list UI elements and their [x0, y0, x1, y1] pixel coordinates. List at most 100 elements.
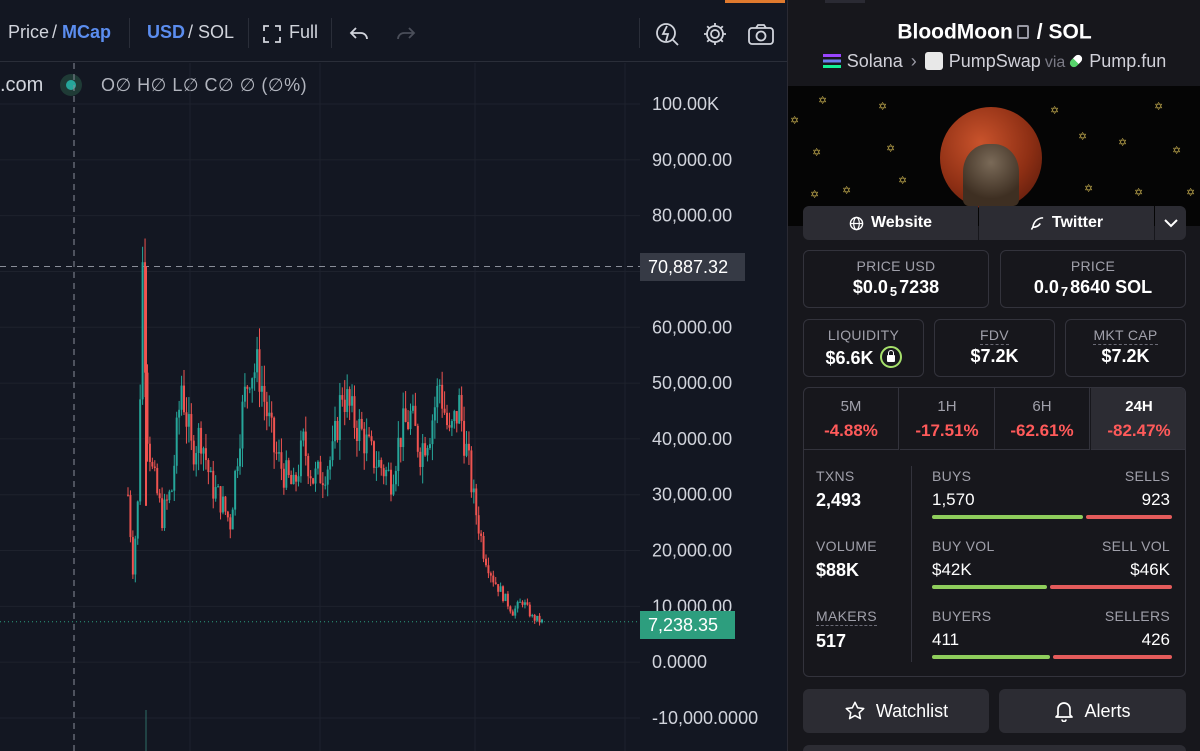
buy-vol-label: BUY VOL — [932, 538, 995, 554]
candle-body — [368, 434, 371, 437]
candle-body — [482, 535, 485, 559]
candle-body — [285, 460, 288, 488]
candle-body — [273, 417, 276, 453]
candle-body — [263, 385, 266, 402]
alerts-button[interactable]: Alerts — [999, 689, 1186, 733]
star-outline-icon — [845, 701, 865, 720]
watchlist-button[interactable]: Watchlist — [803, 689, 989, 733]
timeframe-change: -4.88% — [824, 421, 878, 440]
star-icon: ✡ — [886, 143, 896, 155]
sell-vol-value: $46K — [1130, 560, 1170, 579]
tab-6h[interactable]: 6H -62.61% — [995, 388, 1090, 450]
website-button[interactable]: Website — [803, 206, 978, 240]
chain-link[interactable]: Solana — [847, 51, 903, 71]
tab-24h[interactable]: 24H -82.47% — [1091, 388, 1185, 450]
candle-body — [438, 384, 441, 386]
candle-body — [426, 447, 429, 456]
candle-body — [192, 440, 195, 465]
twitter-button[interactable]: Twitter — [979, 206, 1154, 240]
candle-body — [348, 389, 351, 406]
mcap-mode-option[interactable]: MCap — [62, 22, 111, 43]
candle-body — [178, 409, 181, 418]
solana-icon — [822, 54, 841, 68]
candle-body — [334, 420, 336, 442]
candle-body — [382, 468, 385, 477]
star-icon: ✡ — [1084, 183, 1094, 195]
fullscreen-button[interactable]: Full — [289, 22, 318, 43]
settings-gear-icon[interactable] — [701, 20, 729, 48]
app-root: Price / MCap USD / SOL Full .com O∅ H∅ L… — [0, 0, 1200, 751]
fullscreen-icon[interactable] — [258, 20, 286, 48]
quick-trade-icon[interactable] — [654, 20, 682, 48]
candle-body — [477, 515, 480, 534]
undo-icon[interactable] — [345, 20, 373, 48]
candle-body — [309, 476, 312, 479]
candle-body — [533, 615, 536, 621]
candle-body — [329, 460, 332, 470]
fdv-value: $7.2K — [970, 346, 1019, 366]
y-axis-tick-label: -10,000.0000 — [652, 708, 758, 728]
candle-body — [424, 443, 427, 456]
candle-body — [470, 450, 473, 493]
candle-body — [416, 425, 419, 452]
toolbar-divider — [248, 18, 249, 48]
candle-body — [421, 443, 424, 467]
candle-body — [231, 509, 234, 530]
y-axis-tick-label: 30,000.00 — [652, 485, 732, 505]
copy-icon[interactable] — [1016, 25, 1029, 40]
candle-body — [321, 483, 324, 486]
sells-value: 923 — [1141, 490, 1170, 509]
candle-body — [441, 384, 444, 409]
bull-figure-image — [963, 144, 1019, 206]
camera-screenshot-icon[interactable] — [747, 20, 775, 48]
toolbar-divider — [639, 18, 640, 48]
market-cap-label: MKT CAP — [1093, 327, 1158, 345]
candle-body — [239, 448, 242, 467]
sol-currency-option[interactable]: SOL — [198, 22, 234, 43]
candle-body — [302, 431, 305, 441]
candle-body — [299, 440, 302, 477]
star-icon: ✡ — [812, 147, 822, 159]
candle-body — [499, 586, 502, 592]
price-mode-option[interactable]: Price — [8, 22, 49, 43]
candle-body — [506, 593, 509, 607]
candle-body — [494, 582, 497, 585]
price-sol-value: 0.0 7 8640 SOL — [1033, 277, 1153, 299]
candle-body — [411, 405, 414, 411]
candle-body — [163, 499, 166, 529]
stats-card: 5M -4.88% 1H -17.51% 6H -62.61% 24H -82.… — [803, 387, 1186, 677]
redo-icon[interactable] — [392, 20, 420, 48]
candle-body — [226, 511, 229, 518]
candle-body — [511, 611, 514, 616]
candle-body — [158, 493, 161, 499]
accent-strip — [725, 0, 785, 3]
candle-body — [404, 408, 407, 422]
candle-body — [394, 470, 397, 485]
tab-1h[interactable]: 1H -17.51% — [900, 388, 995, 450]
sellers-label: SELLERS — [1104, 608, 1170, 624]
dex-link[interactable]: PumpSwap — [949, 51, 1041, 71]
candle-body — [538, 615, 541, 623]
timeframe-change: -17.51% — [915, 421, 979, 440]
token-banner-image: ✡ ✡ ✡ ✡ ✡ ✡ ✡ ✡ ✡ ✡ ✡ ✡ ✡ ✡ ✡ ✡ — [788, 86, 1200, 226]
buy-vol-value: $42K — [932, 560, 972, 579]
candle-body — [319, 461, 322, 484]
candle-body — [428, 444, 431, 448]
candle-body — [253, 372, 256, 379]
candle-body — [277, 452, 280, 454]
star-icon: ✡ — [1172, 145, 1182, 157]
usd-currency-option[interactable]: USD — [147, 22, 185, 43]
candle-body — [360, 418, 363, 429]
price-chart[interactable]: 100.00K90,000.0080,000.0070,000.0060,000… — [0, 63, 787, 751]
tab-5m[interactable]: 5M -4.88% — [804, 388, 899, 450]
token-info-panel: BloodMoon / SOL Solana › PumpSwap via Pump.fu… — [725, 0, 1200, 751]
y-axis-tick-label: 60,000.00 — [652, 317, 732, 337]
chevron-right-icon: › — [910, 51, 917, 71]
buyers-label: BUYERS — [932, 608, 992, 624]
candle-body — [229, 517, 232, 530]
candle-body — [287, 460, 290, 475]
more-links-button[interactable] — [1155, 206, 1186, 240]
candle-body — [467, 443, 470, 451]
makers-label: MAKERS — [816, 608, 877, 626]
launchpad-link[interactable]: Pump.fun — [1089, 51, 1166, 71]
